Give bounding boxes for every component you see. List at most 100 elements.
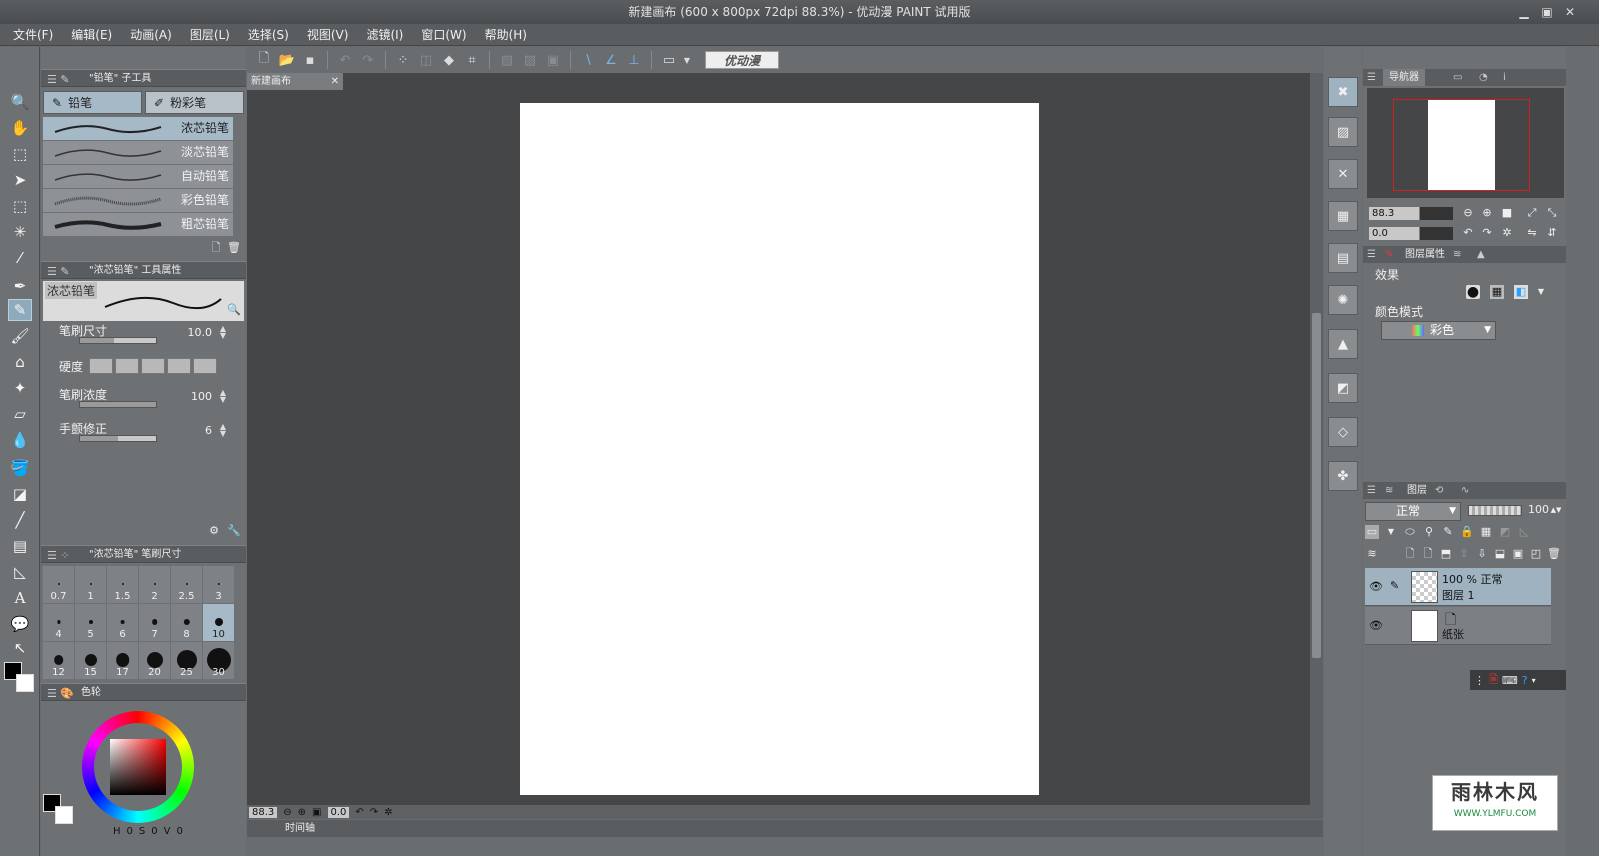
brush-size-cell[interactable]: 2.5 <box>171 566 202 603</box>
selection-tool-icon[interactable]: ⬚ <box>8 195 32 217</box>
tab-layer-search-icon[interactable]: ≋ <box>1453 246 1461 263</box>
operation-tool-icon[interactable]: ➤ <box>8 169 32 191</box>
vertical-scrollbar[interactable] <box>1310 73 1323 805</box>
canvas-zoom-field[interactable]: 88.3 <box>249 806 278 818</box>
snap-special-ruler-icon[interactable]: ∠ <box>601 50 621 70</box>
tab-properties-icon[interactable]: ⅰ <box>1503 69 1506 86</box>
magnify-icon[interactable]: 🔍 <box>227 303 241 317</box>
scroll-thumb[interactable] <box>1312 313 1321 658</box>
new-raster-layer-icon[interactable]: 🗋 <box>1403 547 1417 561</box>
undo-icon[interactable]: ↶ <box>335 50 355 70</box>
tab-pastel[interactable]: ✐ 粉彩笔 <box>145 91 244 114</box>
mask-icon[interactable]: ▣ <box>1511 547 1525 561</box>
move-tool-icon[interactable]: ⬚ <box>8 143 32 165</box>
menu-layer[interactable]: 图层(L) <box>181 24 239 46</box>
delete-subtool-icon[interactable]: 🗑 <box>227 241 241 255</box>
zoom-out-icon[interactable]: ⊖ <box>283 807 291 818</box>
navigator-zoom-field[interactable]: 88.3 <box>1369 207 1453 220</box>
canvas-paper[interactable] <box>520 103 1039 795</box>
fill-tool-icon[interactable]: 🪣 <box>8 457 32 479</box>
brush-size-cell[interactable]: 15 <box>75 642 106 679</box>
menu-help[interactable]: 帮助(H) <box>476 24 536 46</box>
blend-mode-select[interactable]: 正常 ▼ <box>1365 502 1461 521</box>
material-landscape-icon[interactable]: ▲ <box>1328 329 1358 359</box>
tab-layer-mask-icon[interactable]: ▲ <box>1477 246 1485 263</box>
canvas-size-icon[interactable]: ▭ <box>659 50 679 70</box>
transfer-up-icon[interactable]: ⇪ <box>1457 547 1471 561</box>
rotate-right-icon[interactable]: ↷ <box>1480 226 1494 240</box>
material-texture-icon[interactable]: ◩ <box>1328 373 1358 403</box>
brush-size-cell[interactable]: 30 <box>203 642 234 679</box>
ruler-tool-icon[interactable]: ◺ <box>8 561 32 583</box>
material-effect-icon[interactable]: ✺ <box>1328 285 1358 315</box>
brush-size-cell[interactable]: 10 <box>203 604 234 641</box>
fill-icon[interactable]: ▨ <box>520 50 540 70</box>
edit-target-pen-icon[interactable]: ✎ <box>1390 579 1399 592</box>
fit-width-icon[interactable]: ⤡ <box>1545 206 1559 220</box>
correct-line-tool-icon[interactable]: ↖ <box>8 637 32 659</box>
material-close-icon[interactable]: ✖ <box>1328 77 1358 107</box>
brush-item-auto-pencil[interactable]: 自动铅笔 <box>43 165 233 188</box>
rotate-left-icon[interactable]: ↶ <box>1461 226 1475 240</box>
invert-selection-icon[interactable]: ◫ <box>416 50 436 70</box>
brush-item-dense-pencil[interactable]: 浓芯铅笔 <box>43 117 233 140</box>
flip-horizontal-icon[interactable]: ⇋ <box>1525 226 1539 240</box>
eye-icon[interactable]: 👁 <box>1369 580 1383 593</box>
menu-window[interactable]: 窗口(W) <box>412 24 475 46</box>
tab-layer-property[interactable]: 图层属性 <box>1405 249 1445 260</box>
reset-rotation-icon[interactable]: ✲ <box>384 807 392 818</box>
spin-arrows-icon[interactable]: ▲▼ <box>220 389 226 404</box>
save-icon[interactable]: ▪ <box>300 50 320 70</box>
menu-view[interactable]: 视图(V) <box>298 24 358 46</box>
draft-layer-icon[interactable]: ✎ <box>1441 525 1455 539</box>
lock-transparency-icon[interactable]: ▦ <box>1479 525 1493 539</box>
color-mode-select[interactable]: 彩色 ▼ <box>1381 321 1496 340</box>
lock-layer-icon[interactable]: 🔒 <box>1460 525 1474 539</box>
airbrush-tool-icon[interactable]: ⌂ <box>8 351 32 373</box>
menu-file[interactable]: 文件(F) <box>4 24 62 46</box>
gradient-tool-icon[interactable]: ◪ <box>8 483 32 505</box>
snap-grid-icon[interactable]: ⊥ <box>624 50 644 70</box>
eyedropper-tool-icon[interactable]: ⁄ <box>8 247 32 269</box>
combine-layer-icon[interactable]: ⬓ <box>1493 547 1507 561</box>
fit-window-icon[interactable]: ⤢ <box>1525 206 1539 220</box>
zoom-tool-icon[interactable]: 🔍 <box>8 91 32 113</box>
hand-tool-icon[interactable]: ✋ <box>8 117 32 139</box>
density-slider[interactable] <box>79 401 157 408</box>
material-frame-icon[interactable]: ▤ <box>1328 243 1358 273</box>
tab-animation-cels-icon[interactable]: ∿ <box>1461 482 1469 499</box>
decoration-tool-icon[interactable]: ✦ <box>8 377 32 399</box>
tab-pencil[interactable]: ✎ 铅笔 <box>43 91 142 114</box>
new-file-icon[interactable]: 🗋 <box>254 50 274 70</box>
panel-menu-icon[interactable]: ☰ ⁘ <box>47 547 70 564</box>
mask-enable-icon[interactable]: ◩ <box>1498 525 1512 539</box>
fit-icon[interactable]: ▣ <box>312 807 321 818</box>
merge-down-icon[interactable]: ⇩ <box>1475 547 1489 561</box>
tone-effect-icon[interactable]: ▦ <box>1490 285 1504 299</box>
pencil-tool-icon[interactable]: ✎ <box>8 299 32 321</box>
brush-size-cell[interactable]: 1.5 <box>107 566 138 603</box>
reference-layer-icon[interactable]: ⚲ <box>1422 525 1436 539</box>
app-logo-button[interactable]: 优动漫 <box>705 51 779 69</box>
material-3d-icon[interactable]: ◇ <box>1328 417 1358 447</box>
hardness-selector[interactable] <box>89 358 217 374</box>
navigator-preview[interactable] <box>1367 88 1564 198</box>
layer-color-effect-icon[interactable]: ◧ <box>1514 285 1528 299</box>
magic-wand-tool-icon[interactable]: ✳ <box>8 221 32 243</box>
layer-row[interactable]: 👁 ✎ 100 % 正常 图层 1 <box>1365 568 1551 606</box>
minimize-button[interactable]: ▁ <box>1515 3 1533 21</box>
opacity-slider[interactable] <box>1468 505 1522 516</box>
blend-tool-icon[interactable]: 💧 <box>8 429 32 451</box>
brush-item-light-pencil[interactable]: 淡芯铅笔 <box>43 141 233 164</box>
close-button[interactable]: ✕ <box>1561 3 1579 21</box>
panel-menu-icon[interactable]: ☰ <box>1367 482 1376 499</box>
menu-select[interactable]: 选择(S) <box>239 24 298 46</box>
eye-icon[interactable]: 👁 <box>1369 619 1383 632</box>
actual-size-icon[interactable]: ■ <box>1500 206 1514 220</box>
open-file-icon[interactable]: 📂 <box>277 50 297 70</box>
color-wheel[interactable] <box>82 711 194 823</box>
brush-size-cell[interactable]: 12 <box>43 642 74 679</box>
brush-size-cell[interactable]: 25 <box>171 642 202 679</box>
brush-size-cell[interactable]: 4 <box>43 604 74 641</box>
canvas-angle-field[interactable]: 0.0 <box>327 806 350 818</box>
